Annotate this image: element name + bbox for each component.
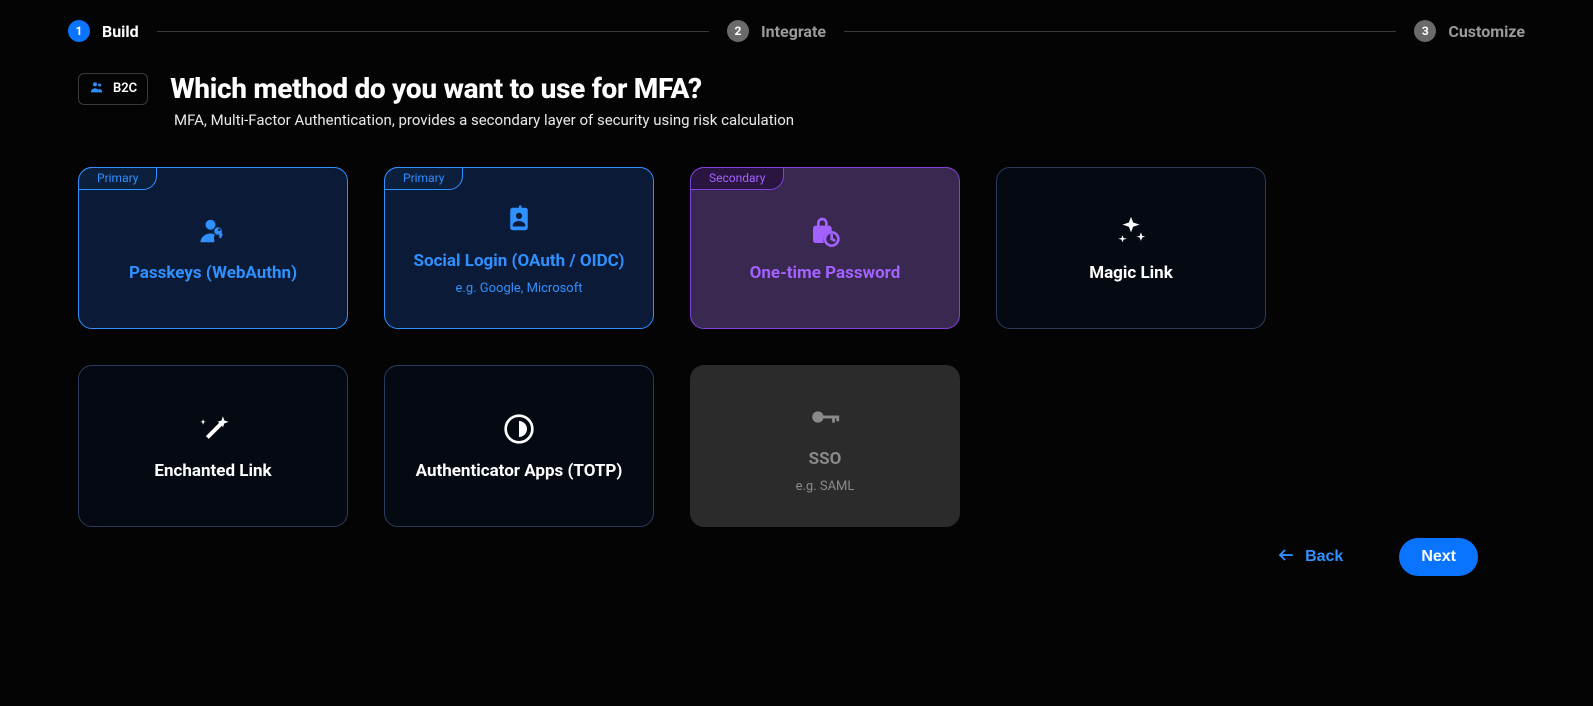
timelapse-icon [503,411,535,447]
step-num: 2 [727,20,749,42]
step-label: Build [102,22,139,41]
back-label: Back [1305,548,1343,566]
step-bar [157,31,709,32]
card-name: Social Login (OAuth / OIDC) [414,251,625,271]
back-button[interactable]: Back [1277,546,1343,569]
card-name: SSO [809,449,842,469]
card-totp[interactable]: Authenticator Apps (TOTP) [384,365,654,527]
card-name: Enchanted Link [154,461,271,481]
card-magic[interactable]: Magic Link [996,167,1266,329]
step-num: 1 [68,20,90,42]
passkey-icon [198,213,228,249]
lock-clock-icon [809,213,841,249]
card-sub: e.g. Google, Microsoft [456,281,583,296]
content: B2C Which method do you want to use for … [0,72,1593,527]
wand-icon [196,411,230,447]
card-social[interactable]: Primary Social Login (OAuth / OIDC) e.g.… [384,167,654,329]
step-label: Customize [1448,22,1525,41]
people-icon [89,79,105,99]
next-button[interactable]: Next [1399,538,1478,576]
card-name: Passkeys (WebAuthn) [129,263,297,283]
stepper: 1 Build 2 Integrate 3 Customize [0,0,1593,42]
card-sso: SSO e.g. SAML [690,365,960,527]
card-enchanted[interactable]: Enchanted Link [78,365,348,527]
card-otp[interactable]: Secondary One-time Password [690,167,960,329]
card-tag: Secondary [690,167,784,190]
cards-grid: Primary Passkeys (WebAuthn) Primary Soci… [78,167,1515,527]
step-build[interactable]: 1 Build [68,20,139,42]
card-name: Authenticator Apps (TOTP) [416,461,623,481]
card-name: One-time Password [750,263,901,283]
page-title: Which method do you want to use for MFA? [170,72,702,105]
card-name: Magic Link [1089,263,1173,283]
step-num: 3 [1414,20,1436,42]
page-subtitle: MFA, Multi-Factor Authentication, provid… [174,111,1515,129]
sparkles-icon [1114,213,1148,249]
card-passkeys[interactable]: Primary Passkeys (WebAuthn) [78,167,348,329]
key-icon [808,399,842,435]
b2c-chip: B2C [78,73,148,105]
card-tag: Primary [78,167,157,190]
card-tag: Primary [384,167,463,190]
step-customize[interactable]: 3 Customize [1414,20,1525,42]
arrow-left-icon [1277,546,1295,569]
step-bar [844,31,1396,32]
step-label: Integrate [761,22,826,41]
chip-label: B2C [113,81,137,96]
step-integrate[interactable]: 2 Integrate [727,20,826,42]
header-row: B2C Which method do you want to use for … [78,72,1515,105]
id-badge-icon [504,201,534,237]
card-sub: e.g. SAML [796,479,855,494]
footer: Back Next [1277,538,1478,576]
